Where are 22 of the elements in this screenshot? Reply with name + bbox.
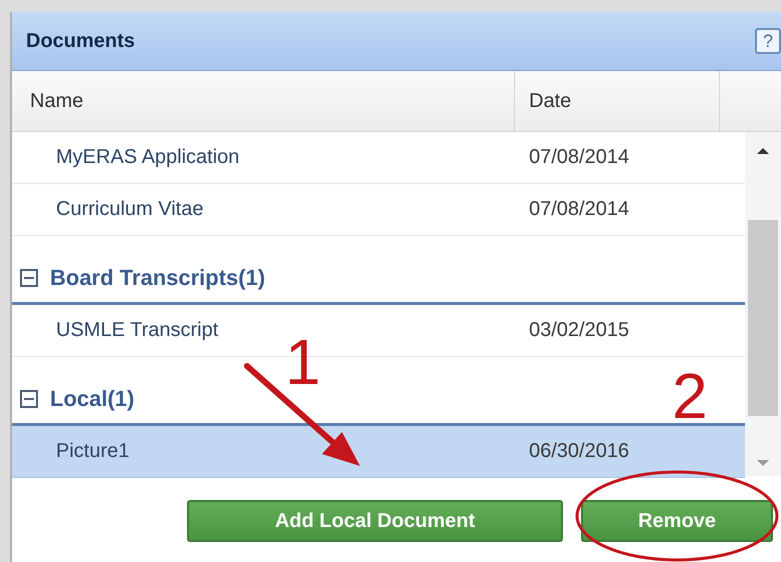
- scroll-down-icon[interactable]: [756, 458, 770, 468]
- annotation-number: 2: [672, 364, 708, 428]
- column-header[interactable]: Date: [515, 71, 720, 131]
- scroll-thumb[interactable]: [748, 220, 778, 416]
- document-date: 06/30/2016: [528, 440, 630, 463]
- group-heading: Board Transcripts(1): [50, 265, 266, 291]
- document-date: 07/08/2014: [528, 146, 630, 169]
- scroll-up-icon[interactable]: [756, 146, 770, 156]
- help-button[interactable]: ?: [755, 28, 781, 54]
- collapse-icon[interactable]: [20, 269, 38, 287]
- document-name: MyERAS Application: [55, 146, 240, 169]
- panel-title: Documents: [26, 30, 135, 52]
- document-name: Curriculum Vitae: [55, 198, 204, 221]
- document-row[interactable]: Picture1 06/30/2016: [12, 426, 745, 478]
- collapse-icon[interactable]: [20, 390, 38, 408]
- document-name: Picture1: [55, 440, 130, 463]
- document-date: 03/02/2015: [528, 319, 630, 342]
- document-date: 07/08/2014: [528, 198, 630, 221]
- group-heading: Local(1): [50, 386, 134, 412]
- document-name: USMLE Transcript: [55, 319, 220, 342]
- scrollbar[interactable]: [745, 132, 781, 476]
- column-header[interactable]: Name: [12, 71, 515, 131]
